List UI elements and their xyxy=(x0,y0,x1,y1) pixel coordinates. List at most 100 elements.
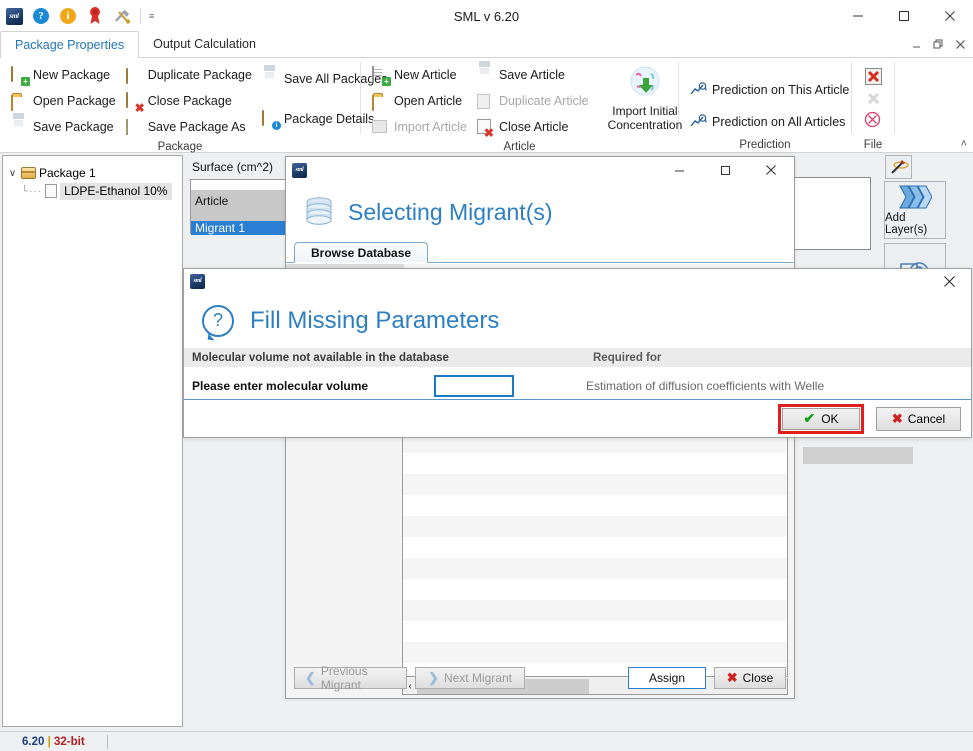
duplicate-package-label: Duplicate Package xyxy=(148,68,252,82)
fill-dialog-column-headers: Molecular volume not available in the da… xyxy=(184,348,971,367)
close-article-label: Close Article xyxy=(499,120,568,134)
chevron-left-icon: ❮ xyxy=(305,670,316,686)
table-row[interactable] xyxy=(403,579,787,600)
assign-label: Assign xyxy=(649,671,685,685)
close-all-files-icon xyxy=(864,89,883,108)
exit-icon[interactable] xyxy=(864,111,883,130)
fill-dialog-header: ? Fill Missing Parameters xyxy=(184,293,971,348)
table-row[interactable] xyxy=(403,453,787,474)
close-article-button[interactable]: ✖ Close Article xyxy=(472,115,594,139)
save-package-as-button[interactable]: Save Package As xyxy=(121,115,257,139)
status-bar: 6.20 | 32-bit xyxy=(0,731,973,751)
ok-button[interactable]: ✔ OK xyxy=(782,408,860,430)
layer-grid[interactable]: Article Migrant 1 xyxy=(190,179,295,234)
ribbon-group-file: File xyxy=(852,58,894,153)
tree-connector: └··· xyxy=(21,186,42,197)
help-icon[interactable]: ? xyxy=(31,6,51,26)
next-migrant-button[interactable]: ❯ Next Migrant xyxy=(415,667,525,689)
ribbon-tab-bar: Package Properties Output Calculation xyxy=(0,32,973,58)
tree-expander-icon[interactable]: ∨ xyxy=(7,168,18,179)
table-row[interactable] xyxy=(403,474,787,495)
close-migrant-dialog-button[interactable]: ✖ Close xyxy=(714,667,786,689)
prediction-this-article-icon xyxy=(690,82,707,99)
award-icon[interactable] xyxy=(85,6,105,26)
package-details-icon: i xyxy=(262,111,279,128)
application-window: sml ? i xyxy=(0,0,973,751)
duplicate-package-button[interactable]: Duplicate Package xyxy=(121,63,257,87)
chevron-down-icon[interactable]: ≡ xyxy=(149,11,154,21)
maximize-button[interactable] xyxy=(881,0,927,32)
duplicate-article-button[interactable]: Duplicate Article xyxy=(472,89,594,113)
required-for-text: Estimation of diffusion coefficients wit… xyxy=(514,379,824,393)
duplicate-package-icon xyxy=(126,67,143,84)
status-strip xyxy=(803,447,913,464)
ribbon-separator-4 xyxy=(894,62,895,134)
wand-button[interactable] xyxy=(885,155,912,179)
fill-dialog-close-button[interactable] xyxy=(927,269,971,293)
package-column-1: + New Package Open Package xyxy=(6,63,121,139)
ribbon-collapse-button[interactable]: ˄ xyxy=(961,138,967,150)
new-package-button[interactable]: + New Package xyxy=(6,63,121,87)
right-stub-panel xyxy=(791,177,871,250)
prediction-all-articles-button[interactable]: Prediction on All Articles xyxy=(685,107,854,137)
mdi-close-button[interactable] xyxy=(949,34,971,54)
architecture-label: 32-bit xyxy=(54,736,85,748)
table-row[interactable] xyxy=(403,516,787,537)
import-article-button[interactable]: Import Article xyxy=(367,115,472,139)
close-package-button[interactable]: ✖ Close Package xyxy=(121,89,257,113)
grid-row-article[interactable]: Article xyxy=(191,191,294,221)
migrant-dialog-window-controls xyxy=(656,157,794,183)
prediction-this-article-button[interactable]: Prediction on This Article xyxy=(685,75,854,105)
close-button[interactable] xyxy=(927,0,973,32)
ribbon-group-package: + New Package Open Package xyxy=(0,58,360,153)
tree-node-package-1[interactable]: ∨ Package 1 xyxy=(7,164,178,182)
table-row[interactable] xyxy=(403,600,787,621)
database-icon xyxy=(304,196,334,228)
assign-button[interactable]: Assign xyxy=(628,667,706,689)
mdi-restore-button[interactable] xyxy=(927,34,949,54)
table-row[interactable] xyxy=(403,558,787,579)
save-article-button[interactable]: Save Article xyxy=(472,63,594,87)
mdi-minimize-button[interactable] xyxy=(905,34,927,54)
status-separator: | xyxy=(48,736,51,748)
new-article-button[interactable]: + New Article xyxy=(367,63,472,87)
migrant-dialog-title: Selecting Migrant(s) xyxy=(348,199,553,226)
minimize-button[interactable] xyxy=(835,0,881,32)
ribbon: + New Package Open Package xyxy=(0,58,973,153)
next-migrant-label: Next Migrant xyxy=(444,671,512,685)
info-icon[interactable]: i xyxy=(58,6,78,26)
open-package-label: Open Package xyxy=(33,94,116,108)
package-tree-panel: ∨ Package 1 └··· LDPE-Ethanol 10% xyxy=(2,155,183,727)
tree-node-article[interactable]: └··· LDPE-Ethanol 10% xyxy=(21,182,178,200)
tools-icon[interactable] xyxy=(112,6,132,26)
new-article-icon: + xyxy=(372,67,389,84)
cancel-button[interactable]: ✖ Cancel xyxy=(876,407,961,431)
quick-access-toolbar: sml ? i xyxy=(0,6,154,26)
tab-browse-database[interactable]: Browse Database xyxy=(294,242,428,263)
tree-node-label: Package 1 xyxy=(39,166,96,180)
import-initial-concentration-button[interactable]: Import Initial Concentration xyxy=(608,63,683,132)
table-row[interactable] xyxy=(403,537,787,558)
grid-row-migrant-1[interactable]: Migrant 1 xyxy=(191,221,294,235)
prediction-all-articles-icon xyxy=(690,114,707,131)
save-package-button[interactable]: Save Package xyxy=(6,115,121,139)
package-icon xyxy=(21,167,36,179)
tab-output-calculation[interactable]: Output Calculation xyxy=(139,31,270,57)
save-package-label: Save Package xyxy=(33,120,114,134)
add-layers-button[interactable]: Add Layer(s) xyxy=(884,181,946,239)
table-row[interactable] xyxy=(403,495,787,516)
migrant-dialog-close-button[interactable] xyxy=(748,157,794,183)
previous-migrant-button[interactable]: ❮ Previous Migrant xyxy=(294,667,407,689)
molecular-volume-label: Please enter molecular volume xyxy=(184,379,434,393)
migrant-dialog-maximize-button[interactable] xyxy=(702,157,748,183)
question-icon: ? xyxy=(202,305,234,337)
open-package-button[interactable]: Open Package xyxy=(6,89,121,113)
migrant-dialog-minimize-button[interactable] xyxy=(656,157,702,183)
molecular-volume-input[interactable] xyxy=(434,375,514,397)
open-article-button[interactable]: Open Article xyxy=(367,89,472,113)
tab-package-properties[interactable]: Package Properties xyxy=(0,31,139,58)
close-file-icon[interactable] xyxy=(864,67,883,86)
previous-migrant-label: Previous Migrant xyxy=(321,664,396,692)
table-row[interactable] xyxy=(403,621,787,642)
version-status: 6.20 | 32-bit xyxy=(22,736,85,748)
